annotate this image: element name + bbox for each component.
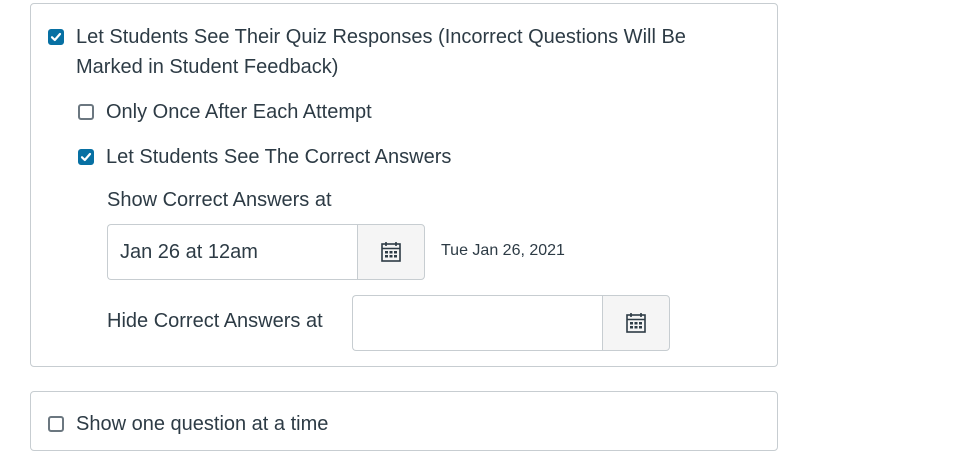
show-correct-answers-date-group (107, 224, 425, 280)
hide-correct-answers-label: Hide Correct Answers at (107, 310, 323, 332)
checkmark-icon (50, 32, 62, 42)
see-responses-label: Let Students See Their Quiz Responses (I… (76, 22, 686, 82)
one-question-option[interactable]: Show one question at a time (48, 413, 328, 439)
hide-correct-answers-input[interactable] (352, 295, 602, 351)
hide-correct-answers-date-group (352, 295, 670, 351)
only-once-option[interactable]: Only Once After Each Attempt (78, 101, 372, 127)
see-responses-checkbox[interactable] (48, 29, 64, 45)
only-once-label: Only Once After Each Attempt (106, 101, 372, 123)
one-question-label: Show one question at a time (76, 413, 329, 435)
see-correct-answers-option[interactable]: Let Students See The Correct Answers (78, 146, 451, 172)
only-once-checkbox[interactable] (78, 104, 94, 120)
calendar-icon (626, 313, 646, 333)
quiz-response-options-panel: Let Students See Their Quiz Responses (I… (30, 3, 778, 367)
see-correct-answers-label: Let Students See The Correct Answers (106, 146, 452, 168)
one-question-panel: Show one question at a time (30, 391, 778, 451)
checkmark-icon (80, 152, 92, 162)
see-responses-label-line2: Marked in Student Feedback) (76, 56, 339, 78)
see-responses-label-line1: Let Students See Their Quiz Responses (I… (76, 26, 686, 48)
show-correct-answers-calendar-button[interactable] (357, 224, 425, 280)
hide-correct-answers-calendar-button[interactable] (602, 295, 670, 351)
calendar-icon (381, 242, 401, 262)
show-correct-answers-input[interactable] (107, 224, 357, 280)
see-responses-option[interactable]: Let Students See Their Quiz Responses (I… (48, 26, 686, 82)
one-question-checkbox[interactable] (48, 416, 64, 432)
see-correct-answers-checkbox[interactable] (78, 149, 94, 165)
show-correct-answers-formatted-date: Tue Jan 26, 2021 (441, 242, 565, 259)
show-correct-answers-label: Show Correct Answers at (107, 189, 332, 211)
